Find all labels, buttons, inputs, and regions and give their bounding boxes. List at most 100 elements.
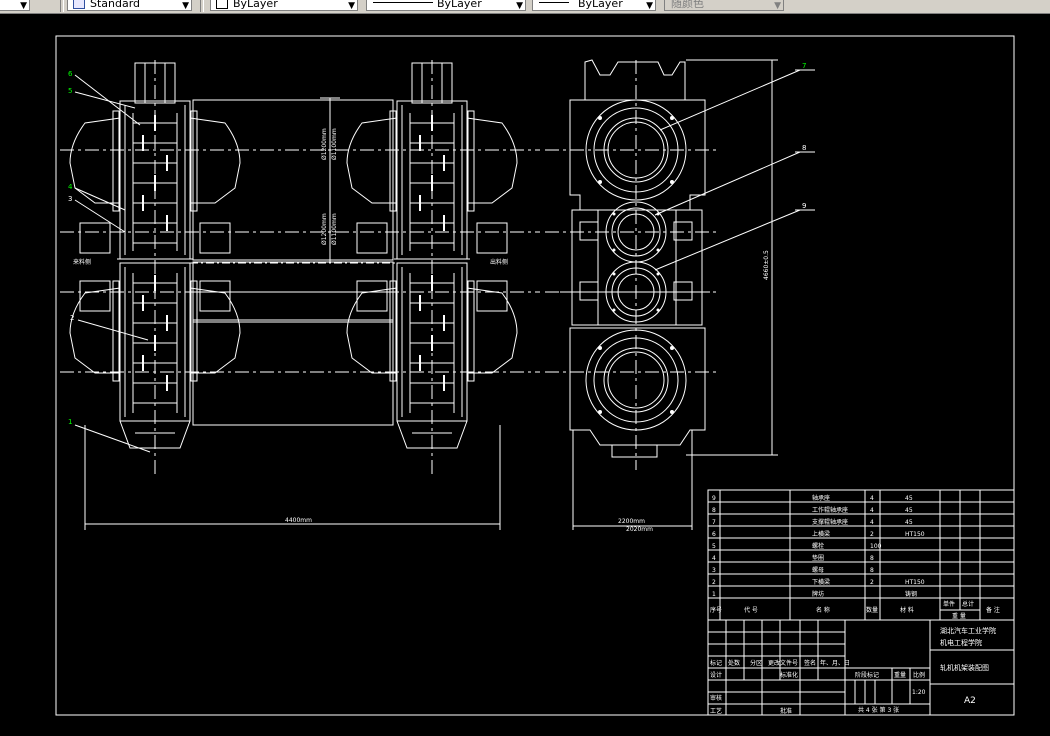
drawing-canvas[interactable]: 6 5 4 3 2 1 来料侧 出料侧 Ø1200mm Ø1100mm Ø120… (0, 14, 1050, 736)
bom-cell-material: HT150 (905, 579, 925, 586)
chevron-down-icon: ▼ (646, 1, 653, 11)
label-standard: 标准化 (780, 671, 798, 679)
plot-style-dropdown[interactable]: 随颜色 ▼ (664, 0, 784, 11)
scale-value: 1:20 (912, 689, 926, 696)
bom-cell-qty: 4 (870, 507, 874, 514)
leader-label: 1 (68, 418, 72, 426)
leader-label: 3 (68, 195, 72, 203)
leader-label-side: 7 (802, 62, 806, 70)
note-left-b: 出料侧 (490, 258, 508, 266)
color-dropdown[interactable]: ByLayer ▼ (210, 0, 358, 11)
leader-label: 2 (70, 314, 74, 322)
bom-cell-name: 垫圈 (812, 554, 824, 562)
bom-header-code: 代 号 (744, 606, 758, 614)
leader-label: 5 (68, 87, 72, 95)
color-swatch-icon (216, 0, 228, 9)
leader-label-side: 9 (802, 202, 806, 210)
lineweight-dropdown[interactable]: ByLayer ▼ (532, 0, 656, 11)
label-mark: 标记 (710, 659, 722, 667)
leader-label-side: 8 (802, 144, 806, 152)
linetype-dropdown[interactable]: ByLayer ▼ (366, 0, 526, 11)
bom-rows: 9 轴承座 4 45 8 工作辊轴承座 4 45 7 支撑辊轴承座 4 45 6 上横梁 2 HT150 5 螺栓… (712, 494, 925, 598)
text-style-dropdown[interactable]: Standard ▼ (67, 0, 192, 11)
chevron-down-icon: ▼ (182, 1, 189, 11)
bom-cell-no: 9 (712, 495, 716, 502)
toolbar-separator (60, 0, 64, 12)
bom-cell-no: 6 (712, 531, 716, 538)
label-stage-mark: 阶段标记 (855, 671, 879, 679)
front-leader-labels: 6 5 4 3 2 1 (68, 70, 74, 426)
bom-cell-name: 牌坊 (812, 590, 824, 598)
bom-cell-name: 工作辊轴承座 (812, 506, 848, 514)
layer-dropdown[interactable]: ▼ (0, 0, 30, 11)
bom-cell-qty: 2 (870, 579, 874, 586)
bom-header-qty: 数量 (866, 606, 878, 614)
linetype-sample-icon (373, 2, 433, 3)
label-zone: 分区 (750, 659, 762, 667)
drawing-title: 轧机机架装配图 (940, 663, 989, 672)
note-left-a: 来料侧 (73, 258, 91, 266)
text-style-value: Standard (90, 0, 141, 10)
dim-roll-upper-1: Ø1200mm (321, 128, 328, 160)
label-approve: 批准 (780, 707, 792, 715)
color-value: ByLayer (233, 0, 278, 10)
bom-cell-qty: 8 (870, 555, 874, 562)
leader-label: 4 (68, 183, 73, 191)
bom-cell-no: 5 (712, 543, 716, 550)
bom-cell-no: 8 (712, 507, 716, 514)
bom-cell-qty: 2 (870, 531, 874, 538)
school-name: 湖北汽车工业学院 (940, 626, 996, 635)
bom-cell-material: HT150 (905, 531, 925, 538)
bom-header-material: 材 料 (900, 606, 914, 614)
label-sign: 签名 (804, 659, 816, 667)
bom-cell-name: 上横梁 (812, 530, 830, 538)
bottom-dimension (84, 425, 501, 530)
bom-header-name: 名 称 (816, 606, 830, 614)
bom-cell-material: 铸钢 (905, 590, 917, 598)
dim-vertical-total: 4660±0.5 (763, 250, 770, 280)
bom-cell-material: 45 (905, 495, 913, 502)
lineweight-value: ByLayer (578, 0, 623, 10)
dim-roll-upper-2: Ø1100mm (331, 128, 338, 160)
label-date: 年、月、日 (820, 659, 850, 667)
bom-cell-no: 4 (712, 555, 716, 562)
bom-cell-name: 螺母 (812, 566, 824, 574)
bom-cell-name: 支撑辊轴承座 (812, 518, 848, 526)
dim-roll-lower-1: Ø1200mm (321, 213, 328, 245)
properties-toolbar: ▼ Standard ▼ ByLayer ▼ ByLayer ▼ ByLayer… (0, 0, 1050, 14)
side-view (560, 59, 710, 458)
label-scale: 比例 (913, 671, 925, 679)
sheet-number: 共 4 张 第 3 张 (858, 706, 899, 714)
bom-cell-qty: 4 (870, 495, 874, 502)
label-process: 工艺 (710, 707, 722, 715)
bom-cell-name: 下横梁 (812, 578, 830, 586)
chevron-down-icon: ▼ (348, 1, 355, 11)
linetype-value: ByLayer (437, 0, 482, 10)
bom-cell-name: 螺栓 (812, 542, 824, 550)
bom-cell-no: 2 (712, 579, 716, 586)
label-count: 处数 (728, 659, 740, 667)
label-change-doc: 更改文件号 (768, 659, 798, 667)
chevron-down-icon: ▼ (20, 1, 27, 11)
dim-side-width-2: 2020mm (626, 526, 653, 533)
bom-header-unit-weight: 单件 (943, 600, 955, 608)
chevron-down-icon: ▼ (774, 1, 781, 11)
bom-cell-name: 轴承座 (812, 494, 830, 502)
bom-cell-qty: 4 (870, 519, 874, 526)
plot-style-value: 随颜色 (671, 0, 704, 10)
dim-side-width-1: 2200mm (618, 518, 645, 525)
label-check: 审核 (710, 694, 722, 702)
text-style-icon (73, 0, 85, 9)
bom-header-no: 序号 (710, 606, 722, 614)
bom-cell-material: 45 (905, 519, 913, 526)
bom-cell-qty: 100 (870, 543, 882, 550)
lineweight-sample-icon (539, 2, 569, 3)
leader-label: 6 (68, 70, 73, 78)
toolbar-separator (200, 0, 204, 12)
dim-bottom-width: 4400mm (285, 517, 312, 524)
bom-cell-no: 3 (712, 567, 716, 574)
label-weight: 重量 (894, 671, 906, 679)
label-design: 设计 (710, 671, 722, 679)
department-name: 机电工程学院 (940, 638, 982, 647)
dim-roll-lower-2: Ø1100mm (331, 213, 338, 245)
